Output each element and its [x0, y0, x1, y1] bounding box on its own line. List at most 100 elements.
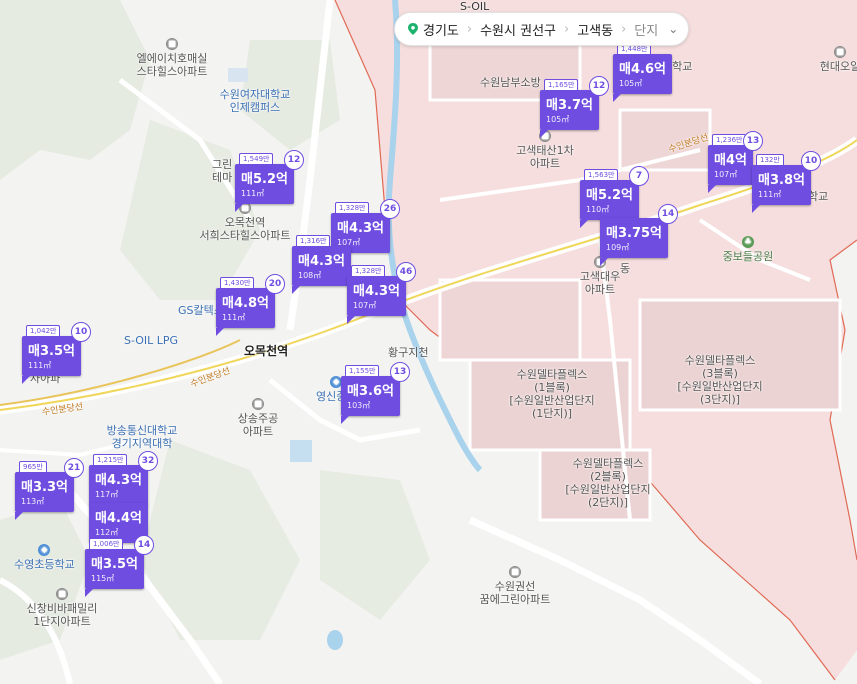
price-label: 매3.6억: [347, 384, 394, 399]
marker-tail: [85, 589, 93, 597]
price-label: 매3.5억: [28, 344, 75, 359]
marker-tail: [752, 205, 760, 213]
place-hwangguji-creek: 황구지천: [388, 346, 429, 359]
listing-count-badge: 20: [264, 274, 285, 294]
marker-tail: [15, 512, 23, 520]
place-bangsong-univ: 방송통신대학교 경기지역대학: [106, 424, 178, 450]
place-delta1: 수원델타플렉스 (1블록) [수원일반산업단지 (1단지)]: [509, 368, 595, 420]
place-soil-lpg: S-OIL LPG: [124, 334, 179, 347]
price-label: 매4.6억: [619, 62, 666, 77]
price-marker[interactable]: 1,549만 12 매5.2억 111㎡: [235, 150, 304, 212]
price-label: 매3.5억: [91, 557, 138, 572]
listing-count-badge: 10: [800, 151, 821, 171]
marker-tail: [216, 328, 224, 336]
marker-tail: [708, 185, 716, 193]
price-label: 매4.4억: [95, 511, 142, 526]
park-icon: ♣: [742, 236, 754, 248]
building-icon: ■: [834, 46, 846, 58]
breadcrumb-dong[interactable]: 고색동: [569, 20, 621, 39]
listing-count-badge: 10: [70, 322, 91, 342]
listing-count-badge: 21: [63, 458, 84, 478]
listing-count-badge: 14: [133, 535, 154, 555]
listing-count-badge: 13: [389, 362, 410, 382]
price-per-m2: 1,430만: [220, 277, 255, 288]
region-breadcrumb: 경기도 › 수원시 권선구 › 고색동 › 단지 ⌄: [394, 12, 690, 46]
price-marker[interactable]: 965만 21 매3.3억 113㎡: [15, 458, 84, 520]
breadcrumb-city[interactable]: 수원시 권선구: [472, 20, 564, 39]
marker-tail: [347, 316, 355, 324]
area-label: 111㎡: [28, 361, 52, 370]
price-per-m2: 1,215만: [93, 454, 128, 465]
price-label: 매4.3억: [337, 221, 384, 236]
area-label: 107㎡: [353, 301, 377, 310]
area-label: 105㎡: [546, 115, 570, 124]
price-label: 매4.3억: [95, 473, 142, 488]
marker-tail: [292, 286, 300, 294]
price-marker[interactable]: 132만 10 매3.8억 111㎡: [752, 151, 821, 213]
marker-tail: [600, 258, 608, 266]
apartment-icon: ■: [252, 398, 264, 410]
place-dong-partial: 동: [620, 262, 631, 275]
price-label: 매3.75억: [606, 226, 662, 241]
place-omok-seohui: ■ 오목천역 서희스타힐스아파트: [199, 202, 291, 242]
place-omokcheon-station: 오목천역: [244, 344, 289, 358]
location-pin-icon: [408, 23, 418, 35]
marker-tail: [613, 94, 621, 102]
apartment-icon: ■: [56, 588, 68, 600]
price-per-m2: 1,155만: [345, 365, 380, 376]
listing-count-badge: 14: [658, 204, 678, 224]
place-green-theme: 그린 테마: [212, 158, 233, 184]
area-label: 111㎡: [222, 313, 246, 322]
price-marker[interactable]: 1,328만 46 매4.3억 107㎡: [347, 262, 416, 324]
listing-count-badge: 26: [379, 199, 400, 219]
price-per-m2: 1,042만: [26, 325, 61, 336]
place-suyeong-school: ◆ 수영초등학교: [14, 544, 75, 571]
place-delta2: 수원델타플렉스 (2블록) [수원일반산업단지 (2단지)]: [565, 457, 651, 509]
price-label: 매4.8억: [222, 296, 269, 311]
price-marker[interactable]: 1,316만 매4.3억 108㎡: [292, 235, 351, 294]
marker-tail: [341, 416, 349, 424]
listing-count-badge: 13: [742, 131, 763, 151]
price-marker[interactable]: 1,236만 13 매4억 107㎡: [708, 131, 763, 193]
place-hyundai-oil: ■ 현대오일: [819, 46, 857, 73]
apartment-icon: ■: [509, 566, 521, 578]
area-label: 109㎡: [606, 243, 630, 252]
chevron-down-icon[interactable]: ⌄: [668, 22, 678, 36]
price-label: 매3.3억: [21, 480, 68, 495]
breadcrumb-province[interactable]: 경기도: [423, 20, 467, 39]
place-wonyeo-univ: 수원여자대학교 인제캠퍼스: [219, 88, 291, 114]
price-marker[interactable]: 1,165만 12 매3.7억 105㎡: [540, 76, 609, 138]
price-per-m2: 1,328만: [351, 265, 386, 276]
place-hakgyo: 학교: [808, 190, 829, 203]
place-delta3: 수원델타플렉스 (3블록) [수원일반산업단지 (3단지)]: [677, 354, 763, 406]
place-jungbodeul-park: ♣ 중보들공원: [722, 236, 774, 263]
listing-count-badge: 46: [395, 262, 416, 282]
price-per-m2: 1,328만: [335, 202, 370, 213]
price-label: 매4.3억: [353, 284, 400, 299]
price-per-m2: 1,316만: [296, 235, 331, 246]
price-marker[interactable]: 1,006만 14 매3.5억 115㎡: [85, 535, 154, 597]
price-marker[interactable]: 1,430만 20 매4.8억 111㎡: [216, 274, 285, 336]
price-marker[interactable]: 1,042만 10 매3.5억 111㎡: [22, 322, 91, 384]
price-label: 매3.7억: [546, 98, 593, 113]
price-label: 매4.3억: [298, 254, 345, 269]
area-label: 103㎡: [347, 401, 371, 410]
breadcrumb-type[interactable]: 단지: [626, 20, 666, 39]
price-marker[interactable]: 1,155만 13 매3.6억 103㎡: [341, 362, 410, 424]
price-marker[interactable]: 14 매3.75억 109㎡: [600, 204, 678, 266]
school-icon: ◆: [38, 544, 51, 556]
price-per-m2: 1,236만: [712, 134, 747, 145]
area-label: 113㎡: [21, 497, 45, 506]
price-per-m2: 132만: [756, 154, 784, 165]
price-marker[interactable]: 1,563만 7 매5.2억 110㎡: [580, 166, 649, 228]
area-label: 111㎡: [241, 189, 265, 198]
price-marker[interactable]: 1,215만 32 매4.3억 117㎡: [89, 451, 158, 513]
marker-tail: [580, 220, 588, 228]
price-marker[interactable]: 1,448만 매4.6억 105㎡: [613, 43, 672, 102]
area-label: 115㎡: [91, 574, 115, 583]
listing-count-badge: 32: [137, 451, 158, 471]
marker-tail: [22, 376, 30, 384]
area-label: 111㎡: [758, 190, 782, 199]
map-canvas[interactable]: S-OIL ■ 엘에이치호매실 스타힐스아파트 수원여자대학교 인제캠퍼스 그린…: [0, 0, 857, 684]
place-sangsong-apt: ■ 상송주공 아파트: [237, 398, 279, 438]
